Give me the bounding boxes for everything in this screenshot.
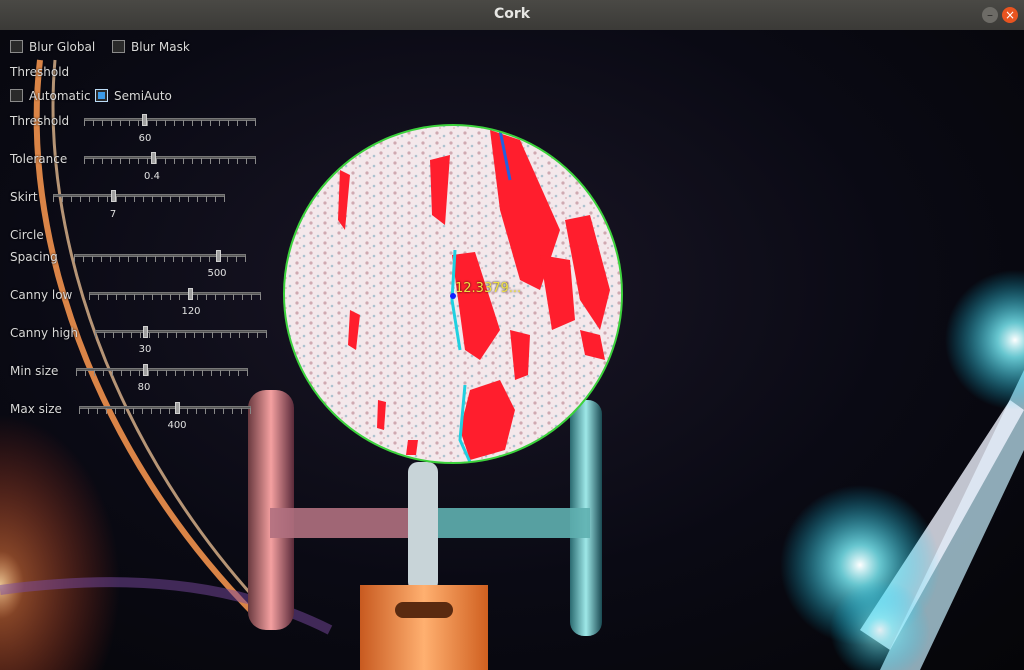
min-size-slider-label: Min size bbox=[10, 364, 59, 378]
threshold-slider[interactable] bbox=[84, 114, 256, 126]
minimize-button[interactable]: – bbox=[982, 7, 998, 23]
control-panel: Blur Global Blur Mask Threshold Automati… bbox=[0, 30, 300, 450]
canny-low-slider-label: Canny low bbox=[10, 288, 73, 302]
close-button[interactable]: × bbox=[1002, 7, 1018, 23]
minimize-icon: – bbox=[987, 8, 993, 22]
slider-ticks bbox=[84, 158, 256, 164]
spacing-slider-label: Spacing bbox=[10, 250, 58, 264]
canny-low-value: 120 bbox=[181, 306, 201, 317]
close-icon: × bbox=[1004, 8, 1016, 22]
slider-thumb[interactable] bbox=[111, 190, 117, 202]
canny-low-slider[interactable] bbox=[89, 288, 261, 300]
slider-thumb[interactable] bbox=[216, 250, 222, 262]
max-size-slider-label: Max size bbox=[10, 402, 62, 416]
canny-high-slider-label: Canny high bbox=[10, 326, 79, 340]
threshold-slider-label: Threshold bbox=[10, 114, 70, 128]
window-titlebar: Cork – × bbox=[0, 0, 1024, 31]
min-size-slider[interactable] bbox=[76, 364, 248, 376]
semiauto-label: SemiAuto bbox=[114, 89, 172, 103]
skirt-slider-label: Skirt bbox=[10, 190, 38, 204]
slider-ticks bbox=[53, 196, 225, 202]
max-size-slider[interactable] bbox=[79, 402, 251, 414]
min-size-value: 80 bbox=[137, 382, 151, 393]
slider-ticks bbox=[79, 408, 251, 414]
spacing-slider[interactable] bbox=[74, 250, 246, 262]
blur-global-label: Blur Global bbox=[29, 40, 96, 54]
slider-ticks bbox=[95, 332, 267, 338]
slider-thumb[interactable] bbox=[150, 152, 156, 164]
slider-thumb[interactable] bbox=[142, 364, 148, 376]
skirt-value: 7 bbox=[109, 209, 117, 220]
slider-thumb[interactable] bbox=[142, 326, 148, 338]
tolerance-slider-label: Tolerance bbox=[10, 152, 68, 166]
threshold-heading: Threshold bbox=[10, 65, 70, 79]
window-title: Cork bbox=[493, 6, 531, 22]
tolerance-slider[interactable] bbox=[84, 152, 256, 164]
slider-ticks bbox=[89, 294, 261, 300]
blur-mask-label: Blur Mask bbox=[131, 40, 190, 54]
spacing-value: 500 bbox=[207, 268, 227, 279]
max-size-value: 400 bbox=[167, 420, 187, 431]
blur-global-checkbox[interactable] bbox=[10, 40, 23, 53]
canny-high-value: 30 bbox=[138, 344, 152, 355]
tolerance-value: 0.4 bbox=[144, 171, 160, 182]
blur-mask-checkbox[interactable] bbox=[112, 40, 125, 53]
slider-thumb[interactable] bbox=[142, 114, 148, 126]
slider-ticks bbox=[84, 120, 256, 126]
automatic-checkbox[interactable] bbox=[10, 89, 23, 102]
circle-heading: Circle bbox=[10, 228, 44, 242]
measurement-readout: 12.3379... bbox=[455, 281, 522, 296]
slider-thumb[interactable] bbox=[175, 402, 181, 414]
slider-ticks bbox=[76, 370, 248, 376]
threshold-value: 60 bbox=[138, 133, 152, 144]
automatic-label: Automatic bbox=[29, 89, 91, 103]
skirt-slider[interactable] bbox=[53, 190, 225, 202]
semiauto-checkbox[interactable] bbox=[95, 89, 108, 102]
canny-high-slider[interactable] bbox=[95, 326, 267, 338]
slider-thumb[interactable] bbox=[188, 288, 194, 300]
